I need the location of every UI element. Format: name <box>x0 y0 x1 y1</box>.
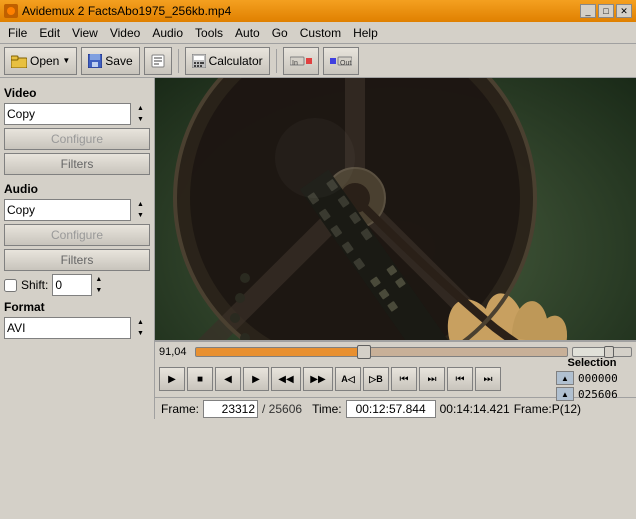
selection-a-button[interactable]: ▲ <box>556 371 574 385</box>
selection-title: Selection <box>556 357 628 369</box>
shift-checkbox[interactable] <box>4 279 17 292</box>
seekbar-right-handle[interactable] <box>604 346 614 358</box>
shift-row: Shift: ▲ ▼ <box>4 274 150 296</box>
menu-file[interactable]: File <box>2 24 33 42</box>
goto-start-button[interactable]: ⏮ <box>391 367 417 391</box>
properties-icon <box>151 54 165 68</box>
menu-custom[interactable]: Custom <box>294 24 347 42</box>
stop-button[interactable]: ■ <box>187 367 213 391</box>
menu-go[interactable]: Go <box>266 24 294 42</box>
menu-view[interactable]: View <box>66 24 104 42</box>
titlebar-left: Avidemux 2 FactsAbo1975_256kb.mp4 <box>4 4 231 18</box>
selection-b-row: ▲ 025606 <box>556 387 628 401</box>
video-filters-button[interactable]: Filters <box>4 153 150 175</box>
markin-icon: In <box>290 54 312 68</box>
audio-section-label: Audio <box>4 182 150 196</box>
markout-icon: Out <box>330 54 352 68</box>
video-codec-select[interactable]: Copy None MPEG-4 AVC <box>4 103 150 125</box>
calculator-button[interactable]: Calculator <box>185 47 270 75</box>
menu-auto[interactable]: Auto <box>229 24 266 42</box>
open-button[interactable]: Open ▼ <box>4 47 77 75</box>
bottom-controls: 91,04 ▶ ■ ◀ ▶ ◀◀ ▶▶ A◁ ▷B ⏮ ⏭ ⏮ <box>155 340 636 419</box>
app-icon <box>4 4 18 18</box>
video-codec-wrapper: Copy None MPEG-4 AVC ▲ ▼ <box>4 103 150 125</box>
frame-input[interactable] <box>203 400 258 418</box>
rewind-button[interactable]: ◀◀ <box>271 367 301 391</box>
markout-button[interactable]: Out <box>323 47 359 75</box>
selection-a-row: ▲ 000000 <box>556 371 628 385</box>
prev-keyframe-button[interactable]: ⏮ <box>447 367 473 391</box>
svg-text:In: In <box>292 60 298 67</box>
time-label: Time: <box>312 402 342 416</box>
menu-audio[interactable]: Audio <box>146 24 189 42</box>
calculator-icon <box>192 54 206 68</box>
save-button[interactable]: Save <box>81 47 139 75</box>
mark-a-button[interactable]: A◁ <box>335 367 361 391</box>
open-dropdown-arrow[interactable]: ▼ <box>62 56 70 65</box>
toolbar-separator2 <box>276 49 277 73</box>
selection-panel: Selection ▲ 000000 ▲ 025606 <box>556 357 632 401</box>
mark-b-button[interactable]: ▷B <box>363 367 389 391</box>
window-title: Avidemux 2 FactsAbo1975_256kb.mp4 <box>22 4 231 18</box>
menu-video[interactable]: Video <box>104 24 146 42</box>
open-label: Open <box>30 54 59 68</box>
selection-b-button[interactable]: ▲ <box>556 387 574 401</box>
duration-value: 00:14:14.421 <box>440 402 510 416</box>
audio-codec-select[interactable]: Copy None AAC <box>4 199 150 221</box>
menu-edit[interactable]: Edit <box>33 24 66 42</box>
menu-tools[interactable]: Tools <box>189 24 229 42</box>
svg-text:Out: Out <box>340 60 351 67</box>
calculator-label: Calculator <box>209 54 263 68</box>
format-section-label: Format <box>4 300 150 314</box>
seekbar-track[interactable] <box>195 347 568 357</box>
main-area: Video Copy None MPEG-4 AVC ▲ ▼ Configure… <box>0 78 636 419</box>
menu-help[interactable]: Help <box>347 24 384 42</box>
goto-end-button[interactable]: ⏭ <box>419 367 445 391</box>
left-panel: Video Copy None MPEG-4 AVC ▲ ▼ Configure… <box>0 78 155 419</box>
minimize-button[interactable]: _ <box>580 4 596 18</box>
controls-row: ▶ ■ ◀ ▶ ◀◀ ▶▶ A◁ ▷B ⏮ ⏭ ⏮ ⏭ Selection ▲ … <box>155 361 636 397</box>
video-section-label: Video <box>4 86 150 100</box>
shift-spinbox: ▲ ▼ <box>52 274 102 296</box>
shift-up[interactable]: ▲ <box>91 274 105 285</box>
audio-configure-button[interactable]: Configure <box>4 224 150 246</box>
shift-down[interactable]: ▼ <box>91 285 105 296</box>
total-frames: / 25606 <box>262 402 302 416</box>
shift-arrows: ▲ ▼ <box>91 274 105 296</box>
play-button[interactable]: ▶ <box>159 367 185 391</box>
next-frame-button[interactable]: ▶ <box>243 367 269 391</box>
toolbar: Open ▼ Save Calculator <box>0 44 636 78</box>
fastforward-button[interactable]: ▶▶ <box>303 367 333 391</box>
position-label: 91,04 <box>159 346 191 358</box>
next-keyframe-button[interactable]: ⏭ <box>475 367 501 391</box>
folder-icon <box>11 54 27 68</box>
shift-label: Shift: <box>21 278 48 292</box>
format-select[interactable]: AVI MP4 MKV <box>4 317 150 339</box>
titlebar: Avidemux 2 FactsAbo1975_256kb.mp4 _ □ ✕ <box>0 0 636 22</box>
frame-label: Frame: <box>161 402 199 416</box>
shift-input[interactable] <box>53 278 91 292</box>
seekbar-right-track[interactable] <box>572 347 632 357</box>
audio-codec-wrapper: Copy None AAC ▲ ▼ <box>4 199 150 221</box>
seekbar-handle[interactable] <box>357 345 371 359</box>
menubar: File Edit View Video Audio Tools Auto Go… <box>0 22 636 44</box>
time-input[interactable] <box>346 400 436 418</box>
format-wrapper: AVI MP4 MKV ▲ ▼ <box>4 317 150 339</box>
video-area: 91,04 ▶ ■ ◀ ▶ ◀◀ ▶▶ A◁ ▷B ⏮ ⏭ ⏮ <box>155 78 636 419</box>
close-button[interactable]: ✕ <box>616 4 632 18</box>
save-label: Save <box>105 54 132 68</box>
save-icon <box>88 54 102 68</box>
maximize-button[interactable]: □ <box>598 4 614 18</box>
prev-frame-button[interactable]: ◀ <box>215 367 241 391</box>
selection-b-value: 025606 <box>578 388 628 401</box>
video-configure-button[interactable]: Configure <box>4 128 150 150</box>
markin-button[interactable]: In <box>283 47 319 75</box>
toolbar-separator <box>178 49 179 73</box>
frame-type: Frame:P(12) <box>514 402 581 416</box>
selection-a-value: 000000 <box>578 372 628 385</box>
titlebar-buttons[interactable]: _ □ ✕ <box>580 4 632 18</box>
audio-filters-button[interactable]: Filters <box>4 249 150 271</box>
properties-button[interactable] <box>144 47 172 75</box>
